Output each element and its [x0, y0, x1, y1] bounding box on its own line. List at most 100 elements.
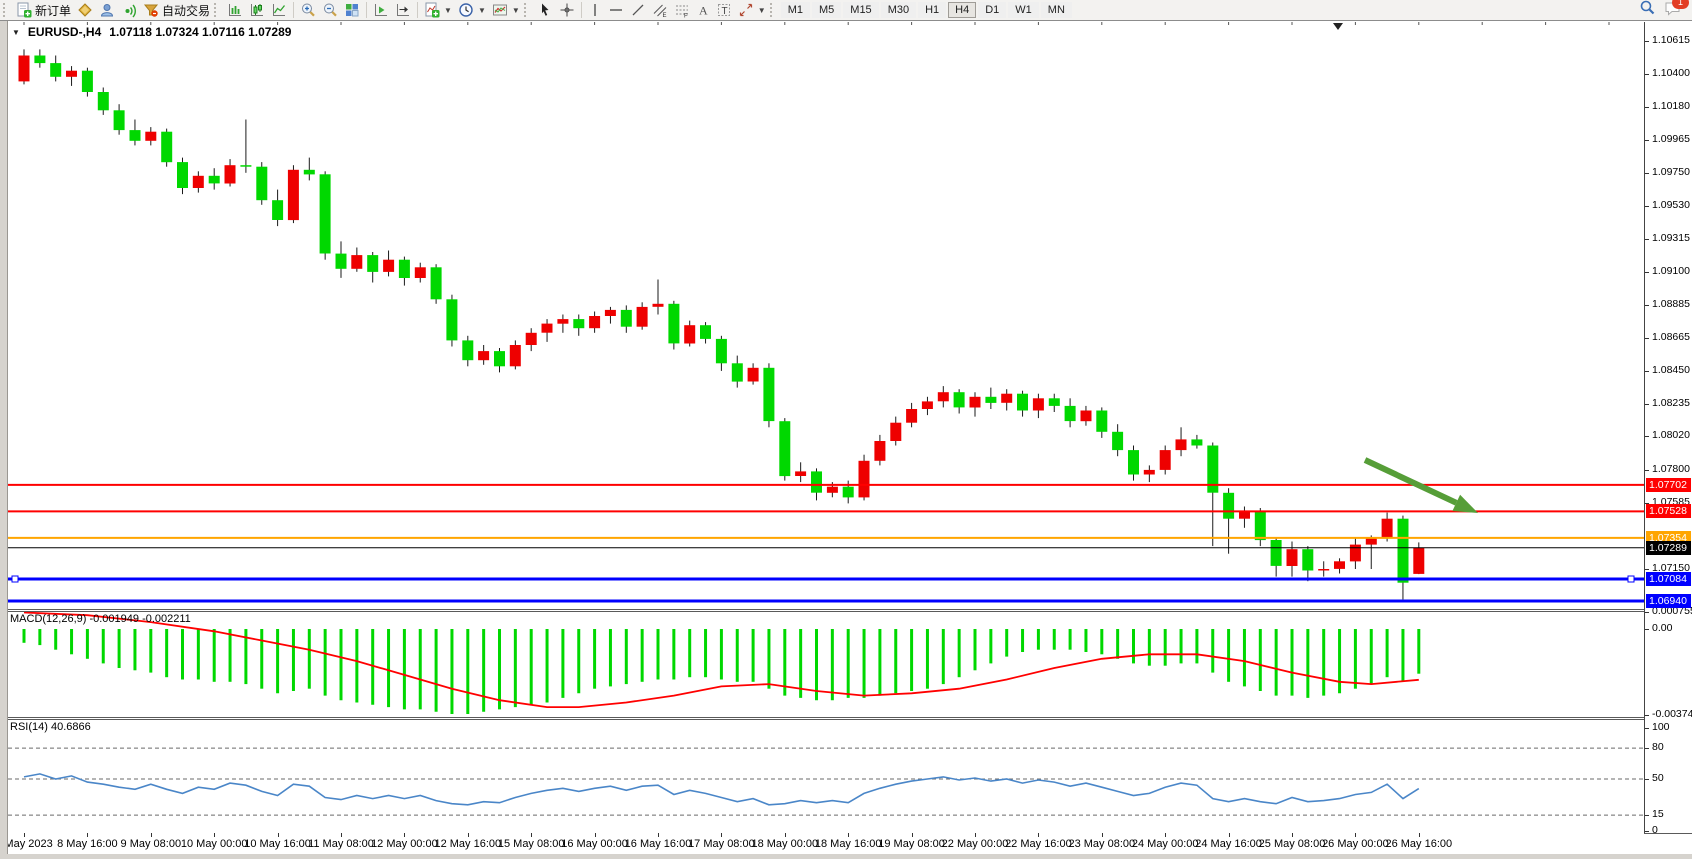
auto-scroll-button[interactable] [370, 1, 392, 19]
candle [748, 368, 759, 382]
line-handle[interactable] [12, 576, 18, 582]
candle [827, 487, 838, 493]
chart-shift-marker[interactable] [1333, 23, 1343, 30]
fibonacci-button[interactable]: F [671, 1, 693, 19]
auto-scroll-icon [373, 2, 389, 18]
axis-tick-label: 1.10180 [1652, 100, 1690, 112]
candle [351, 255, 362, 269]
time-label: 10 May 00:00 [181, 838, 248, 850]
time-label: 22 May 16:00 [1005, 838, 1072, 850]
candle [19, 56, 30, 82]
autotrade-button[interactable]: 自动交易 [140, 1, 213, 19]
time-label: 18 May 00:00 [751, 838, 818, 850]
toolbar-grip[interactable] [770, 3, 777, 17]
periods-button[interactable]: ▼ [455, 1, 489, 19]
text-label-button[interactable]: T [713, 1, 735, 19]
arrows-button[interactable]: ▼ [735, 1, 769, 19]
line-chart-button[interactable] [268, 1, 290, 19]
candle [843, 487, 854, 498]
line-handle[interactable] [1628, 576, 1634, 582]
axis-tick-label: 100 [1652, 721, 1670, 733]
toolbar-grip[interactable] [524, 3, 531, 17]
candle [1271, 540, 1282, 566]
pane-splitter[interactable] [8, 719, 1692, 720]
horizontal-line-button[interactable] [605, 1, 627, 19]
timeframe-h4-button[interactable]: H4 [948, 2, 976, 18]
timeframe-mn-button[interactable]: MN [1041, 2, 1072, 18]
tile-windows-button[interactable] [341, 1, 363, 19]
arrows-icon [738, 2, 754, 18]
candlestick-chart-icon [249, 2, 265, 18]
timeframe-w1-button[interactable]: W1 [1008, 2, 1039, 18]
equidistant-channel-button[interactable]: E [649, 1, 671, 19]
text-button[interactable]: A [693, 1, 713, 19]
time-label: 25 May 08:00 [1259, 838, 1326, 850]
indicators-button[interactable]: ▼ [421, 1, 455, 19]
svg-text:F: F [684, 14, 688, 19]
candle [684, 325, 695, 343]
crosshair-button[interactable] [556, 1, 578, 19]
price-chart-pane[interactable] [8, 22, 1644, 609]
pane-splitter[interactable] [8, 717, 1692, 718]
toolbar-grip[interactable] [214, 3, 221, 17]
candle [161, 132, 172, 163]
pane-splitter[interactable] [8, 609, 1692, 610]
axis-tick [1645, 629, 1649, 630]
timeframe-m30-button[interactable]: M30 [881, 2, 916, 18]
time-label: 23 May 08:00 [1068, 838, 1135, 850]
time-label: 19 May 08:00 [878, 838, 945, 850]
search-icon[interactable] [1639, 0, 1656, 21]
timeframe-m5-button[interactable]: M5 [812, 2, 841, 18]
price-tag: 1.07084 [1646, 572, 1691, 586]
time-tick [1355, 833, 1356, 837]
templates-button[interactable]: ▼ [489, 1, 523, 19]
candlestick-chart-button[interactable] [246, 1, 268, 19]
rsi-indicator-pane[interactable] [8, 719, 1644, 833]
new-order-icon [16, 2, 32, 18]
arrow-annotation-shaft[interactable] [1365, 460, 1456, 503]
time-label: 8 May 16:00 [57, 838, 118, 850]
chart-menu-icon[interactable]: ▼ [12, 28, 20, 37]
axis-tick-label: 50 [1652, 772, 1664, 784]
axis-tick-label: 80 [1652, 741, 1664, 753]
candle [526, 333, 537, 345]
candle [1128, 450, 1139, 474]
new-order-button[interactable]: 新订单 [13, 1, 74, 19]
candle [1350, 545, 1361, 562]
time-label: 11 May 08:00 [308, 838, 374, 850]
macd-header: MACD(12,26,9) -0.001949 -0.002211 [10, 613, 191, 625]
autotrade-label: 自动交易 [162, 2, 210, 19]
macd-indicator-pane[interactable] [8, 612, 1644, 717]
timeframe-d1-button[interactable]: D1 [978, 2, 1006, 18]
zoom-in-button[interactable] [297, 1, 319, 19]
zoom-out-button[interactable] [319, 1, 341, 19]
price-axis[interactable]: 1.106151.104001.101801.099651.097501.095… [1645, 22, 1692, 833]
candle [1033, 398, 1044, 410]
notifications-button[interactable]: 1 [1664, 0, 1682, 21]
toolbar-grip[interactable] [3, 3, 10, 17]
candle [1001, 394, 1012, 403]
time-tick [785, 833, 786, 837]
profile-button[interactable] [96, 1, 118, 19]
bar-chart-button[interactable] [224, 1, 246, 19]
candle [462, 340, 473, 360]
time-label: 26 May 00:00 [1322, 838, 1389, 850]
candle [209, 176, 220, 184]
svg-text:A: A [699, 4, 708, 18]
trendline-button[interactable] [627, 1, 649, 19]
time-axis[interactable]: 8 May 20238 May 16:009 May 08:0010 May 0… [8, 833, 1644, 854]
chart-shift-icon [395, 2, 411, 18]
timeframe-h1-button[interactable]: H1 [918, 2, 946, 18]
vertical-line-button[interactable] [585, 1, 605, 19]
cursor-button[interactable] [534, 1, 556, 19]
axis-tick-label: 1.10400 [1652, 67, 1690, 79]
arrow-annotation-head[interactable] [1452, 495, 1478, 513]
gold-button[interactable] [74, 1, 96, 19]
chart-shift-button[interactable] [392, 1, 414, 19]
pane-splitter[interactable] [8, 611, 1692, 612]
rsi-header: RSI(14) 40.6866 [10, 721, 91, 733]
signal-button[interactable] [118, 1, 140, 19]
cursor-icon [537, 2, 553, 18]
timeframe-m1-button[interactable]: M1 [781, 2, 810, 18]
timeframe-m15-button[interactable]: M15 [843, 2, 878, 18]
